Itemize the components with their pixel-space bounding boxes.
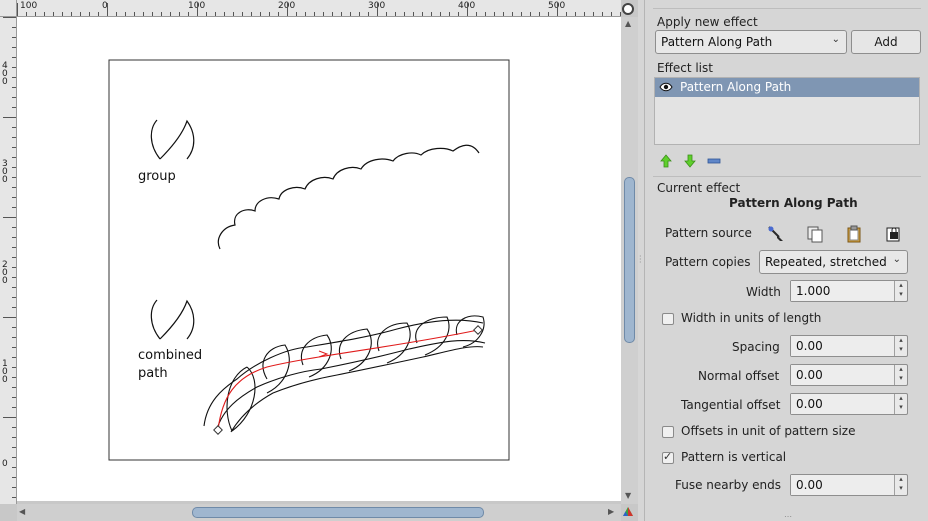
combined-label: combined — [138, 348, 202, 363]
drawing-svg[interactable]: group combined path — [17, 17, 621, 501]
scroll-down-arrow-icon[interactable]: ▼ — [625, 491, 631, 501]
spacing-spinbox[interactable]: ▴▾ — [790, 335, 908, 357]
horizontal-scrollbar[interactable]: ◀ ▶ — [17, 504, 621, 521]
chevron-down-icon: ⌄ — [831, 34, 840, 45]
fuse-nearby-ends-input[interactable] — [791, 475, 895, 495]
current-effect-label: Current effect — [657, 181, 741, 195]
panel-resize-grip[interactable]: ⋯ — [784, 512, 793, 521]
move-down-icon[interactable] — [683, 154, 697, 168]
normal-offset-input[interactable] — [791, 365, 895, 385]
path-effects-panel: Apply new effect Pattern Along Path ⌄ Ad… — [644, 0, 928, 521]
vruler-ticks — [3, 17, 16, 498]
effect-select[interactable]: Pattern Along Path ⌄ — [655, 30, 847, 54]
link-to-item-icon[interactable] — [885, 225, 903, 243]
copy-icon[interactable] — [806, 225, 824, 243]
ruler-corner — [0, 0, 17, 17]
scroll-left-arrow-icon[interactable]: ◀ — [19, 507, 25, 517]
zoom-icon[interactable] — [622, 3, 634, 15]
panel-divider-handle[interactable]: · · · — [639, 253, 643, 267]
normal-offset-spinbox[interactable]: ▴▾ — [790, 364, 908, 386]
vertical-scroll-thumb[interactable] — [624, 177, 635, 343]
paste-icon[interactable] — [845, 225, 863, 243]
edit-on-canvas-icon[interactable] — [767, 225, 785, 243]
offsets-in-unit-checkbox[interactable] — [662, 426, 674, 438]
tangential-offset-label: Tangential offset — [681, 398, 781, 412]
vertical-ruler[interactable]: 4 0 0 3 0 0 2 0 0 1 0 0 0 — [0, 17, 17, 504]
canvas-area: 100 0 100 200 300 400 500 4 0 0 3 0 0 2 … — [0, 0, 638, 521]
move-up-icon[interactable] — [659, 154, 673, 168]
pattern-copies-select[interactable]: Repeated, stretched ⌄ — [759, 250, 908, 274]
chevron-down-icon: ⌄ — [892, 254, 901, 265]
spin-arrows-icon[interactable]: ▴ ▾ — [895, 394, 907, 414]
group-label: group — [138, 169, 176, 184]
spin-arrows-icon[interactable]: ▴ ▾ — [895, 336, 907, 356]
width-in-units-label: Width in units of length — [681, 311, 822, 325]
drawing-canvas[interactable]: group combined path — [17, 17, 621, 501]
eye-icon[interactable] — [659, 82, 673, 92]
horizontal-ruler[interactable]: 100 0 100 200 300 400 500 — [17, 0, 621, 17]
color-management-icon[interactable] — [622, 506, 634, 518]
fuse-nearby-ends-label: Fuse nearby ends — [675, 478, 781, 492]
pattern-copies-label: Pattern copies — [665, 255, 751, 269]
pattern-vertical-checkbox[interactable] — [662, 450, 674, 464]
hruler-ticks — [17, 3, 621, 16]
current-effect-title: Pattern Along Path — [729, 196, 858, 210]
offsets-in-unit-label: Offsets in unit of pattern size — [681, 424, 856, 438]
horizontal-scroll-thumb[interactable] — [192, 507, 484, 518]
effect-list-label: Effect list — [657, 61, 713, 75]
remove-effect-icon[interactable] — [707, 154, 721, 168]
effect-list-item[interactable]: Pattern Along Path — [655, 78, 919, 97]
vertical-scrollbar[interactable]: ▲ ▼ — [621, 17, 638, 504]
normal-offset-label: Normal offset — [698, 369, 780, 383]
page-border — [108, 59, 510, 461]
add-effect-button[interactable]: Add — [851, 30, 921, 54]
spin-arrows-icon[interactable]: ▴ ▾ — [895, 365, 907, 385]
spin-arrows-icon[interactable]: ▴ ▾ — [895, 475, 907, 495]
spacing-input[interactable] — [791, 336, 895, 356]
spin-arrows-icon[interactable]: ▴ ▾ — [895, 281, 907, 301]
tangential-offset-input[interactable] — [791, 394, 895, 414]
width-input[interactable] — [791, 281, 895, 301]
pattern-vertical-label: Pattern is vertical — [681, 450, 787, 464]
pattern-source-label: Pattern source — [665, 226, 752, 240]
section-divider — [653, 176, 921, 177]
effect-select-value: Pattern Along Path — [661, 35, 773, 49]
width-spinbox[interactable]: ▴▾ — [790, 280, 908, 302]
pattern-copies-value: Repeated, stretched — [765, 255, 887, 269]
spacing-label: Spacing — [732, 340, 780, 354]
effect-list-item-label: Pattern Along Path — [680, 80, 792, 94]
scroll-right-arrow-icon[interactable]: ▶ — [608, 507, 614, 517]
scroll-up-arrow-icon[interactable]: ▲ — [625, 19, 631, 29]
tangential-offset-spinbox[interactable]: ▴▾ — [790, 393, 908, 415]
width-in-units-checkbox[interactable] — [662, 313, 674, 325]
section-divider — [653, 8, 921, 9]
effect-list[interactable]: Pattern Along Path — [654, 77, 920, 145]
apply-new-effect-label: Apply new effect — [657, 15, 758, 29]
combined-label-path: path — [138, 366, 168, 381]
fuse-nearby-ends-spinbox[interactable]: ▴▾ — [790, 474, 908, 496]
width-label: Width — [746, 285, 781, 299]
